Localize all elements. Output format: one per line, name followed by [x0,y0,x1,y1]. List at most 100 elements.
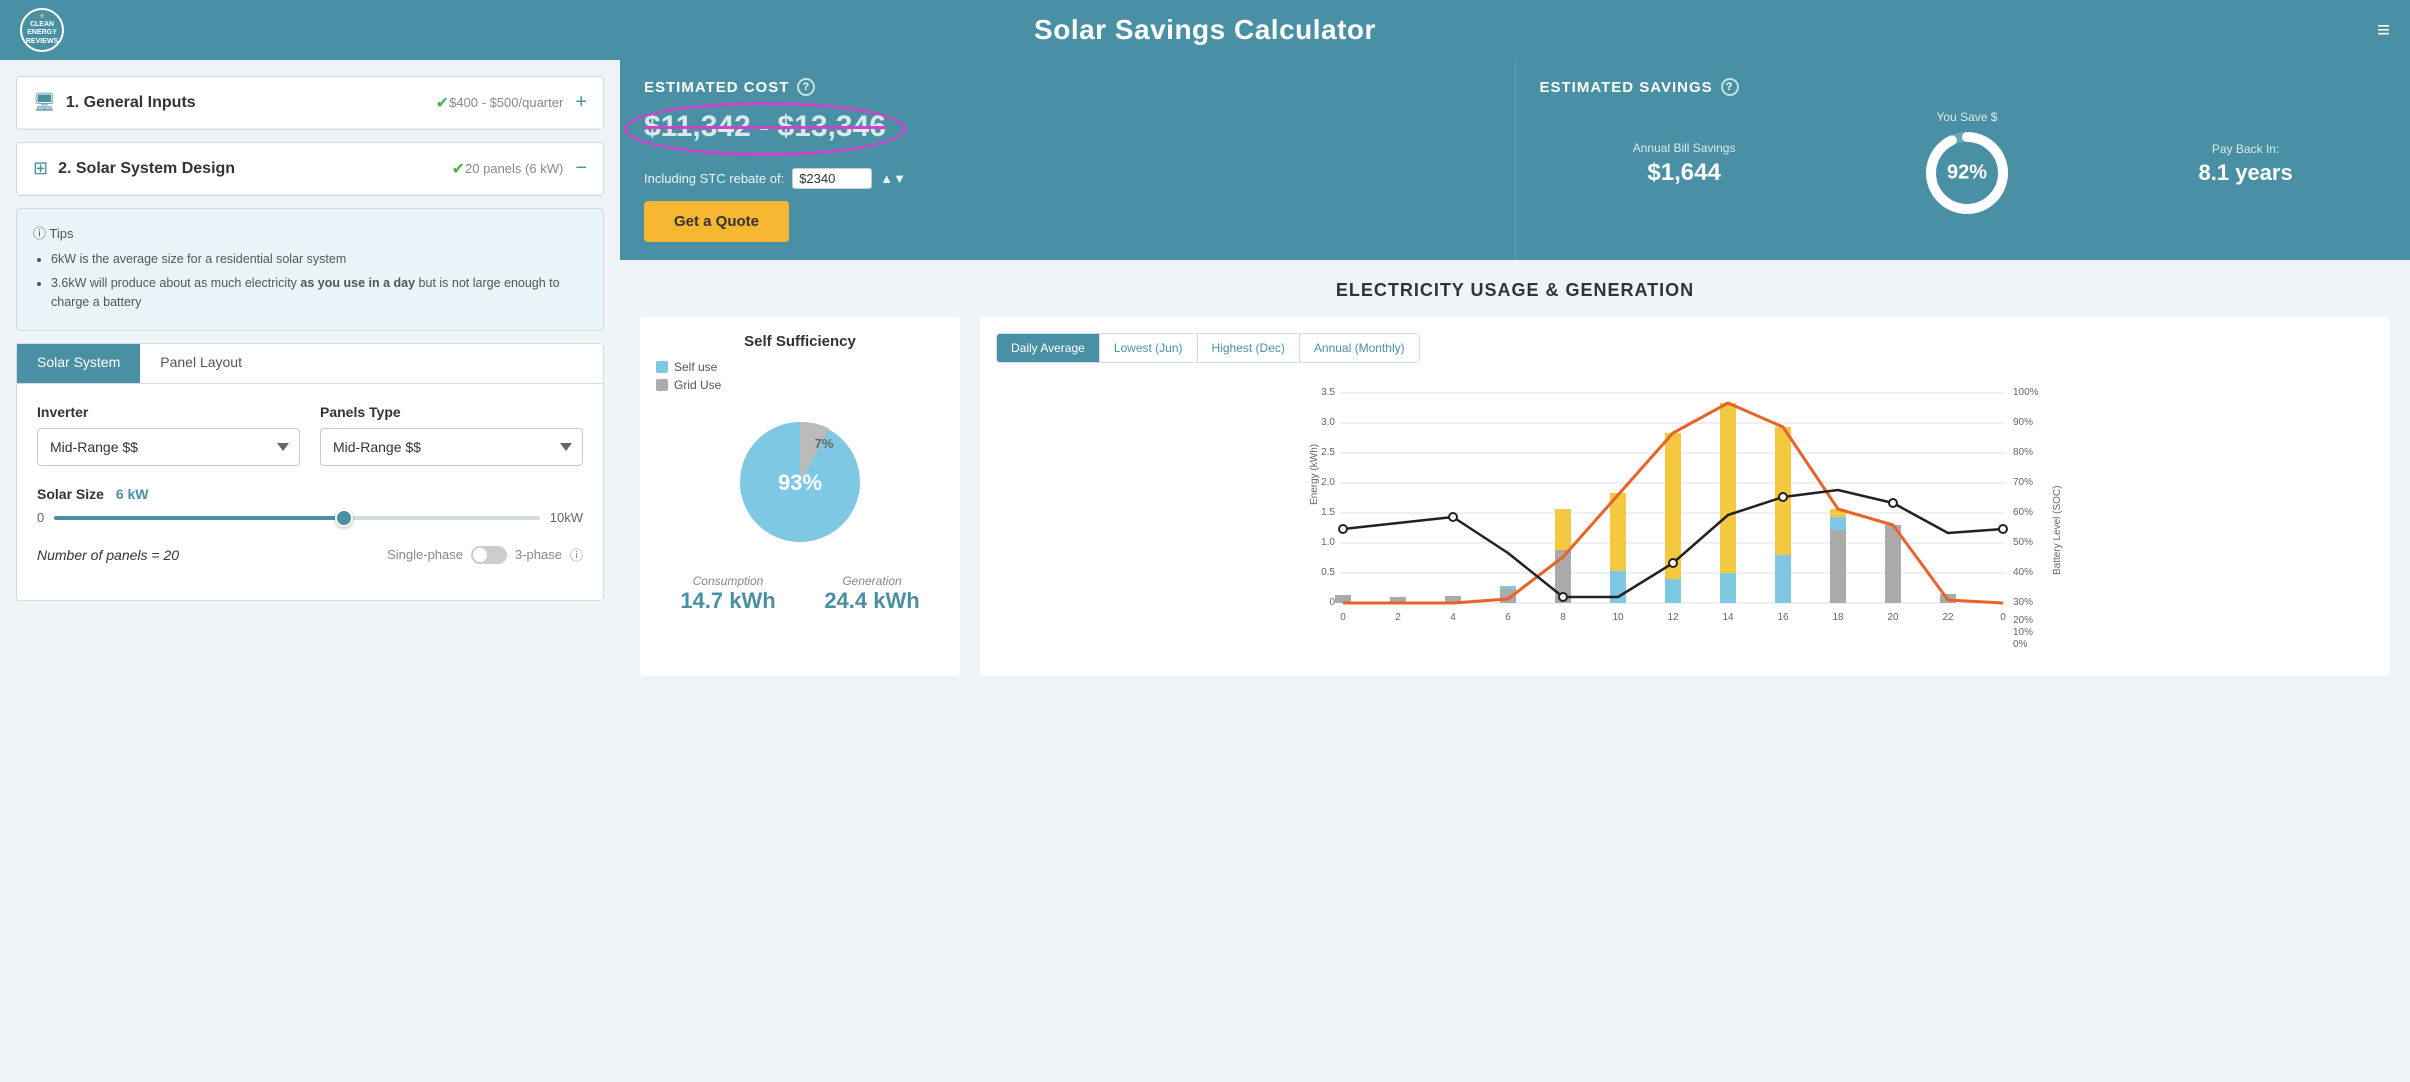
solar-size-value: 6 kW [116,486,149,502]
annual-bill-label: Annual Bill Savings [1633,141,1736,155]
tip-item-2: 3.6kW will produce about as much electri… [51,274,587,312]
tips-title: ⓘ Tips [33,223,587,242]
cost-help-icon[interactable]: ? [797,78,815,96]
charts-row: Self Sufficiency Self use Grid Use [640,317,2390,676]
section1-check-icon: ✔ [436,93,449,113]
svg-text:10%: 10% [2013,627,2033,638]
tab-highest[interactable]: Highest (Dec) [1198,334,1300,362]
section2-info: 20 panels (6 kW) [465,161,563,176]
svg-text:20%: 20% [2013,615,2033,626]
you-save-label: You Save $ [1922,110,2012,124]
consumption-value: 14.7 kWh [680,588,775,614]
app-header: ☀ CLEAN ENERGY REVIEWS Solar Savings Cal… [0,0,2410,60]
svg-text:10: 10 [1612,612,1624,623]
page-title: Solar Savings Calculator [1034,14,1376,46]
rebate-input[interactable] [792,168,872,189]
svg-text:8: 8 [1560,612,1566,623]
tab-panel-layout[interactable]: Panel Layout [140,344,262,383]
donut-percent: 92% [1947,162,1987,185]
charts-section: ELECTRICITY USAGE & GENERATION Self Suff… [620,260,2410,696]
payback-value: 8.1 years [2199,160,2293,186]
tips-section: ⓘ Tips 6kW is the average size for a res… [16,208,604,331]
solar-system-tabs: Solar System Panel Layout Inverter Budge… [16,343,604,601]
svg-text:0%: 0% [2013,639,2028,650]
main-container: 🖥 1. General Inputs ✔ $400 - $500/quarte… [0,60,2410,1076]
svg-text:1.5: 1.5 [1321,507,1335,518]
generation-label: Generation [824,574,919,588]
section1-info: $400 - $500/quarter [449,95,563,110]
tab-solar-system[interactable]: Solar System [17,344,140,383]
svg-text:2: 2 [1395,612,1401,623]
legend-self-use: Self use [656,360,944,374]
section1-toggle[interactable]: + [575,91,587,114]
section-solar-design: ⊞ 2. Solar System Design ✔ 20 panels (6 … [16,142,604,196]
rebate-row: Including STC rebate of: ▲▼ [644,168,1491,189]
slider-row: 0 10kW [37,510,583,525]
svg-text:90%: 90% [2013,417,2033,428]
section2-toggle[interactable]: − [575,157,587,180]
inverter-select[interactable]: Budget $ Mid-Range $$ Premium $$$ [37,428,300,466]
svg-text:80%: 80% [2013,447,2033,458]
tab-daily-average[interactable]: Daily Average [997,334,1100,362]
panels-type-label: Panels Type [320,404,583,420]
tab-lowest[interactable]: Lowest (Jun) [1100,334,1198,362]
svg-text:2.5: 2.5 [1321,447,1335,458]
svg-text:6: 6 [1505,612,1511,623]
svg-text:4: 4 [1450,612,1456,623]
tabs-header: Solar System Panel Layout [17,344,603,384]
tip-item-1: 6kW is the average size for a residentia… [51,250,587,269]
section1-title: 1. General Inputs [66,94,428,112]
svg-text:0: 0 [2000,612,2006,623]
three-phase-label: 3-phase [515,547,562,562]
svg-text:20: 20 [1887,612,1899,623]
section1-header[interactable]: 🖥 1. General Inputs ✔ $400 - $500/quarte… [17,77,603,129]
pie-svg-container: 93% 7% [656,402,944,562]
section-general-inputs: 🖥 1. General Inputs ✔ $400 - $500/quarte… [16,76,604,130]
estimates-row: ESTIMATED COST ? $11,342 - $13,346 Inclu… [620,60,2410,260]
annual-bill-value: $1,644 [1633,159,1736,187]
cost-content: $11,342 - $13,346 Including STC rebate o… [644,110,1491,242]
payback-item: Pay Back In: 8.1 years [2199,142,2293,186]
section2-header[interactable]: ⊞ 2. Solar System Design ✔ 20 panels (6 … [17,143,603,195]
section2-check-icon: ✔ [452,159,465,179]
generation-item: Generation 24.4 kWh [824,574,919,614]
inverter-label: Inverter [37,404,300,420]
solar-size-slider[interactable] [54,516,540,520]
general-inputs-icon: 🖥 [33,92,56,113]
phase-help-icon[interactable]: ⓘ [570,545,583,564]
panels-type-select[interactable]: Budget $ Mid-Range $$ Premium $$$ [320,428,583,466]
pie-legend: Self use Grid Use [656,360,944,392]
bar-chart-box: Daily Average Lowest (Jun) Highest (Dec)… [980,317,2390,676]
logo-circle: ☀ CLEAN ENERGY REVIEWS [20,8,64,52]
menu-icon[interactable]: ≡ [2377,17,2390,43]
chart-svg-container: .grid-line { stroke: #e0e0e0; stroke-wid… [996,375,2374,660]
consumption-row: Consumption 14.7 kWh Generation 24.4 kWh [656,574,944,614]
solar-design-icon: ⊞ [33,158,48,179]
form-row-inverter-panels: Inverter Budget $ Mid-Range $$ Premium $… [37,404,583,466]
pie-chart-title: Self Sufficiency [656,333,944,350]
donut-chart: 92% [1922,128,2012,218]
consumption-item: Consumption 14.7 kWh [680,574,775,614]
solar-size-section: Solar Size 6 kW 0 10kW [37,486,583,525]
svg-text:50%: 50% [2013,537,2033,548]
grid-use-dot [656,379,668,391]
cost-price-range: $11,342 - $13,346 [644,110,886,144]
tips-list: 6kW is the average size for a residentia… [33,250,587,311]
panels-count-label: Number of panels = 20 [37,547,179,563]
cost-title: ESTIMATED COST ? [644,78,1491,96]
savings-help-icon[interactable]: ? [1721,78,1739,96]
svg-text:1.0: 1.0 [1321,537,1335,548]
solar-size-label: Solar Size 6 kW [37,486,583,502]
svg-text:0.5: 0.5 [1321,567,1335,578]
single-phase-label: Single-phase [387,547,463,562]
svg-text:3.5: 3.5 [1321,387,1335,398]
svg-text:14: 14 [1722,612,1734,623]
svg-text:18: 18 [1832,612,1844,623]
tab-annual[interactable]: Annual (Monthly) [1300,334,1419,362]
phase-toggle-switch[interactable] [471,546,507,564]
chart-section-title: ELECTRICITY USAGE & GENERATION [640,280,2390,301]
self-use-dot [656,361,668,373]
consumption-label: Consumption [680,574,775,588]
annual-bill-item: Annual Bill Savings $1,644 [1633,141,1736,187]
get-quote-button[interactable]: Get a Quote [644,201,789,242]
